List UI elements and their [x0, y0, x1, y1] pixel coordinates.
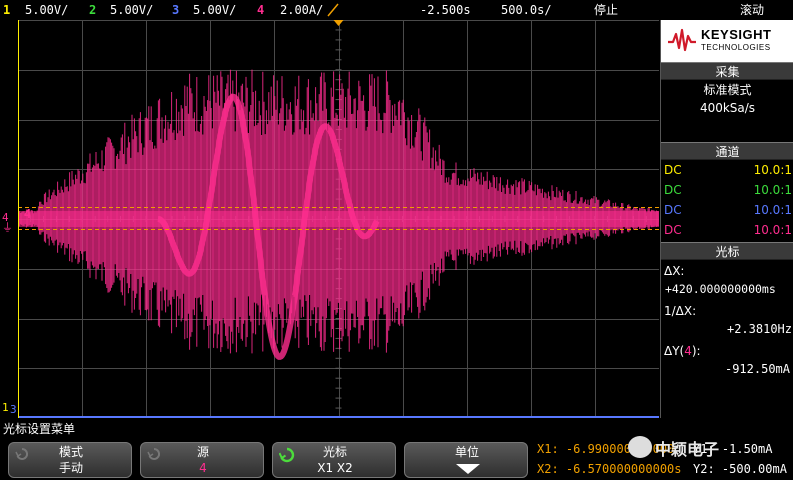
waveform-graticule — [18, 20, 659, 418]
y2-readout: Y2: -500.00mA — [693, 462, 787, 476]
units-softkey[interactable]: 单位 — [404, 442, 528, 478]
keysight-logo: KEYSIGHT TECHNOLOGIES — [661, 20, 793, 62]
ch4-waveform-core — [18, 211, 659, 227]
logo-text: KEYSIGHT — [701, 27, 772, 42]
channel-row-2: DC 10.0:1 — [664, 183, 792, 197]
x1-readout: X1: -6.990000000000 — [537, 442, 675, 456]
cursors-softkey[interactable]: 光标 X1 X2 — [272, 442, 396, 478]
mode-softkey[interactable]: 模式 手动 — [8, 442, 132, 478]
inverse-delta-x-label: 1/ΔX: — [664, 304, 697, 318]
side-panel: KEYSIGHT TECHNOLOGIES 采集 标准模式 400kSa/s 通… — [660, 20, 793, 418]
time-reference-marker — [333, 20, 344, 26]
delta-y-value: -912.50mA — [724, 362, 790, 376]
ch4-scale[interactable]: 2.00A/ — [280, 0, 323, 20]
source-softkey[interactable]: 源 4 — [140, 442, 264, 478]
channel-header: 通道 — [661, 142, 793, 160]
ground-icon: ⏚ — [2, 221, 13, 234]
mode-softkey-value: 手动 — [58, 461, 83, 475]
x2-readout: X2: -6.570000000000s — [537, 462, 682, 476]
logo-subtext: TECHNOLOGIES — [701, 43, 771, 52]
ch3-ground-marker[interactable]: 3 — [10, 404, 17, 416]
time-scale[interactable]: 500.0s/ — [501, 0, 552, 20]
ch3-scale[interactable]: 5.00V/ — [193, 0, 236, 20]
mode-softkey-label: 模式 — [58, 445, 83, 459]
ch4-label[interactable]: 4 — [257, 0, 264, 20]
sample-rate: 400kSa/s — [699, 101, 756, 115]
ch1-scale[interactable]: 5.00V/ — [25, 0, 68, 20]
ch2-scale[interactable]: 5.00V/ — [110, 0, 153, 20]
submenu-arrow-icon — [456, 464, 480, 474]
acquire-header: 采集 — [661, 62, 793, 80]
acquire-mode-indicator[interactable]: 滚动 — [740, 0, 764, 20]
watermark-icon — [628, 436, 652, 458]
waveform-display[interactable]: 4 — [18, 20, 659, 418]
delta-x-label: ΔX: — [664, 264, 685, 278]
delta-x-value: +420.000000000ms — [665, 282, 776, 296]
cursors-softkey-value: X1 X2 — [317, 461, 353, 475]
cursors-softkey-label: 光标 — [322, 445, 347, 459]
watermark-text: 中颖电子 — [655, 440, 720, 459]
source-softkey-label: 源 — [196, 445, 209, 459]
menu-title: 光标设置菜单 — [3, 422, 76, 436]
ch4-offset-label: 4 — [24, 207, 32, 221]
acquire-mode: 标准模式 — [703, 83, 752, 97]
channel-row-1: DC 10.0:1 — [664, 163, 792, 177]
ch1-ground-marker[interactable]: 1 — [2, 402, 9, 414]
ch1-marker-label: 1 — [2, 401, 9, 414]
ch3-marker-label: 3 — [10, 403, 17, 416]
run-state[interactable]: 停止 — [594, 0, 618, 20]
delta-y-label: ΔY(4): — [664, 344, 701, 358]
inverse-delta-x-value: +2.3810Hz — [726, 322, 792, 336]
cursor-header: 光标 — [661, 242, 793, 260]
keysight-wave-icon — [668, 28, 696, 52]
status-bar: 1 5.00V/ 2 5.00V/ 3 5.00V/ 4 2.00A/ -2.5… — [0, 0, 793, 20]
channel-row-4: DC 10.0:1 — [664, 223, 792, 237]
source-softkey-value: 4 — [199, 461, 207, 475]
channel-row-3: DC 10.0:1 — [664, 203, 792, 217]
ch1-label[interactable]: 1 — [3, 0, 10, 20]
units-softkey-label: 单位 — [454, 445, 479, 459]
time-offset[interactable]: -2.500s — [420, 0, 471, 20]
ch2-label[interactable]: 2 — [89, 0, 96, 20]
ch3-label[interactable]: 3 — [172, 0, 179, 20]
